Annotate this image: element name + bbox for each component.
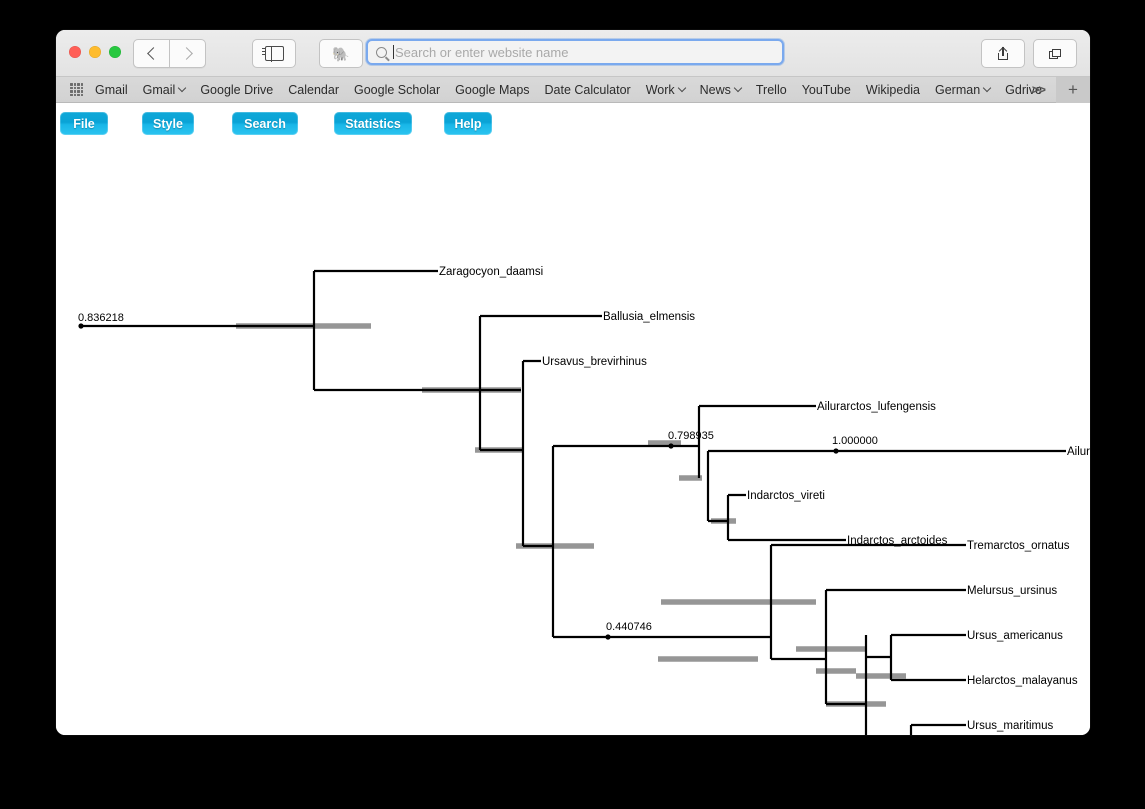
tree-branches: [80, 269, 1066, 735]
hpd-bars: [236, 323, 906, 707]
tab-overview-icon: [1049, 48, 1061, 59]
taxon-label-zaragocyon-daamsi: Zaragocyon_daamsi: [439, 266, 543, 278]
style-button[interactable]: Style: [142, 112, 194, 135]
share-button[interactable]: [981, 39, 1025, 68]
favorite-label: German: [935, 82, 981, 97]
taxon-label-ursavus-brevirhinus: Ursavus_brevirhinus: [542, 356, 647, 368]
posterior-label: 0.798935: [668, 430, 714, 442]
evernote-icon: 🐘: [332, 45, 350, 62]
taxon-label-ursus-maritimus: Ursus_maritimus: [967, 720, 1054, 732]
favorite-label: Date Calculator: [544, 82, 631, 97]
back-icon: [146, 47, 160, 60]
favorite-label: Google Maps: [455, 82, 530, 97]
favorite-label: Gmail: [95, 82, 128, 97]
favorite-label: Calendar: [288, 82, 339, 97]
sidebar-icon: [262, 45, 284, 62]
favorite-label: YouTube: [801, 82, 851, 97]
minimize-window-button[interactable]: [89, 46, 101, 58]
sidebar-toggle-button[interactable]: [252, 39, 296, 68]
favorite-german-folder[interactable]: German: [935, 82, 992, 97]
favorite-label: News: [699, 82, 731, 97]
chevron-down-icon: [178, 83, 187, 93]
chevron-down-icon: [677, 83, 686, 93]
phylogenetic-tree: 0.836218 0.798935 1.000000 0.440746 1.00…: [78, 266, 1090, 735]
search-input[interactable]: Search or enter website name: [395, 45, 568, 60]
text-caret: [393, 45, 394, 59]
tree-node-dots: [78, 323, 839, 640]
share-icon: [998, 47, 1008, 60]
forward-icon: [179, 47, 193, 60]
favorite-news-folder[interactable]: News: [699, 82, 743, 97]
help-button[interactable]: Help: [444, 112, 492, 135]
search-button[interactable]: Search: [232, 112, 298, 135]
favorite-work-folder[interactable]: Work: [645, 82, 686, 97]
search-icon: [376, 46, 387, 58]
favorite-date-calculator[interactable]: Date Calculator: [545, 83, 631, 97]
taxon-label-ballusia-elmensis: Ballusia_elmensis: [603, 311, 695, 323]
forward-button[interactable]: [170, 39, 206, 68]
taxon-label-indarctos-arctoides: Indarctos_arctoides: [847, 535, 948, 547]
screenshot-stage: 🐘 Search or enter website name Gmail Gma…: [0, 0, 1145, 809]
favorite-label: Gmail: [142, 82, 176, 97]
taxon-labels: Zaragocyon_daamsi Ballusia_elmensis Ursa…: [439, 266, 1090, 732]
browser-window: 🐘 Search or enter website name Gmail Gma…: [56, 30, 1090, 735]
navigation-buttons: [133, 39, 206, 68]
favorite-label: Trello: [755, 82, 787, 97]
favorite-calendar[interactable]: Calendar: [288, 83, 339, 97]
page-content: File Style Search Statistics Help 0.8362…: [56, 103, 1090, 735]
apps-grid-icon[interactable]: [70, 83, 83, 96]
favorite-label: Google Drive: [200, 82, 274, 97]
favorite-trello[interactable]: Trello: [756, 83, 787, 97]
favorite-wikipedia[interactable]: Wikipedia: [866, 83, 920, 97]
new-tab-button[interactable]: +: [1056, 76, 1090, 103]
zoom-window-button[interactable]: [109, 46, 121, 58]
posterior-label: 1.000000: [832, 435, 878, 447]
favorite-label: Google Scholar: [354, 82, 441, 97]
file-button[interactable]: File: [60, 112, 108, 135]
favorite-google-maps[interactable]: Google Maps: [455, 83, 529, 97]
favorite-label: Wikipedia: [865, 82, 920, 97]
address-bar[interactable]: Search or enter website name: [366, 39, 784, 65]
taxon-label-helarctos-malayanus: Helarctos_malayanus: [967, 675, 1078, 687]
taxon-label-ailurarctos-lufengensis: Ailurarctos_lufengensis: [817, 401, 936, 413]
taxon-label-indarctos-vireti: Indarctos_vireti: [747, 490, 825, 502]
favorite-gmail[interactable]: Gmail: [95, 83, 128, 97]
titlebar-right-buttons: [981, 39, 1077, 68]
posterior-label: 0.836218: [78, 312, 124, 324]
chevron-down-icon: [733, 83, 743, 93]
taxon-label-tremarctos-ornatus: Tremarctos_ornatus: [967, 540, 1070, 552]
chevron-down-icon: [982, 83, 992, 93]
app-toolbar: File Style Search Statistics Help: [56, 103, 1090, 143]
evernote-extension-button[interactable]: 🐘: [319, 39, 363, 68]
taxon-label-ursus-americanus: Ursus_americanus: [967, 630, 1063, 642]
browser-titlebar: 🐘 Search or enter website name: [56, 30, 1090, 77]
taxon-label-melursus-ursinus: Melursus_ursinus: [967, 585, 1057, 597]
statistics-button[interactable]: Statistics: [334, 112, 412, 135]
favorites-bar-tail: >> +: [1021, 76, 1090, 103]
favorite-gmail-folder[interactable]: Gmail: [142, 82, 187, 97]
back-button[interactable]: [133, 39, 170, 68]
posterior-label: 0.440746: [606, 621, 652, 633]
favorite-label: Work: [645, 82, 675, 97]
favorites-bar: Gmail Gmail Google Drive Calendar Google…: [56, 76, 1090, 103]
close-window-button[interactable]: [69, 46, 81, 58]
favorites-overflow-button[interactable]: >>: [1021, 82, 1056, 97]
taxon-label-ailuropoda-melanoleuca: Ailuropoda_melanoleuca: [1067, 446, 1090, 458]
window-controls: [69, 46, 121, 58]
tab-overview-button[interactable]: [1033, 39, 1077, 68]
favorite-google-drive[interactable]: Google Drive: [200, 83, 273, 97]
favorite-youtube[interactable]: YouTube: [802, 83, 851, 97]
favorite-google-scholar[interactable]: Google Scholar: [354, 83, 440, 97]
